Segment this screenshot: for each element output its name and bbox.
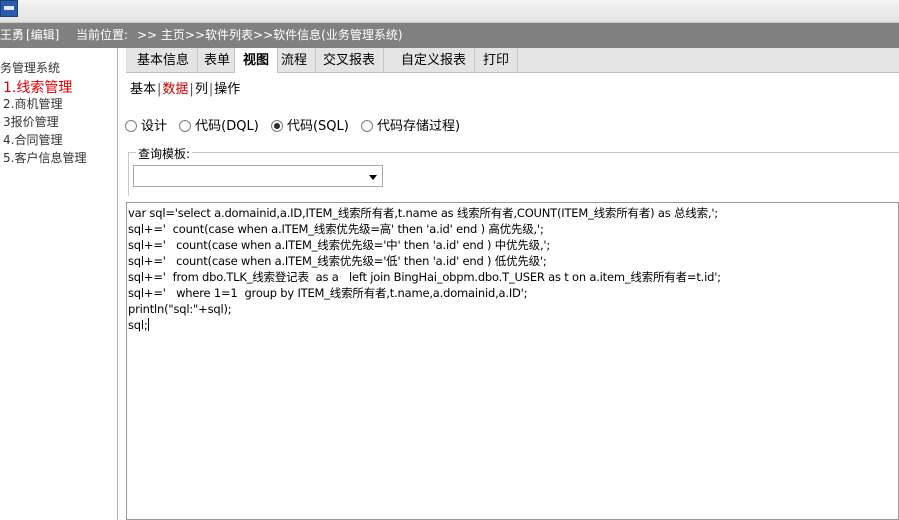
app-logo-icon: [0, 0, 18, 17]
sql-code-editor[interactable]: var sql='select a.domainid,a.ID,ITEM_线索所…: [126, 202, 899, 520]
code-line: sql+=' count(case when a.ITEM_线索优先级='中' …: [128, 238, 551, 252]
code-line: sql+=' where 1=1 group by ITEM_线索所有者,t.n…: [128, 286, 528, 300]
sidebar-item-customers[interactable]: 5.客户信息管理: [3, 149, 86, 166]
code-line: sql+=' count(case when a.ITEM_线索优先级=高' t…: [128, 222, 544, 236]
sidebar-item-contracts[interactable]: 4.合同管理: [3, 131, 62, 148]
location-label: 当前位置:: [76, 28, 129, 42]
subtab-columns[interactable]: 列: [195, 82, 208, 97]
code-line: sql+=' count(case when a.ITEM_线索优先级='低' …: [128, 254, 547, 268]
top-toolbar: [0, 0, 899, 23]
radio-circle-icon: [125, 120, 137, 132]
radio-label: 代码(SQL): [286, 119, 349, 134]
query-template-label: 查询模板:: [136, 145, 193, 162]
tab-bar: 基本信息 表单 视图 流程 交叉报表 自定义报表 打印: [126, 48, 899, 73]
tab-cross-report[interactable]: 交叉报表: [315, 48, 385, 73]
code-line-text: sql;: [128, 318, 148, 332]
tab-form[interactable]: 表单: [196, 48, 240, 73]
subtab-divider: |: [157, 82, 162, 97]
subtab-divider: |: [189, 82, 194, 97]
subtab-bar: 基本|数据|列|操作: [130, 78, 240, 97]
tab-basic-info[interactable]: 基本信息: [129, 48, 199, 73]
query-template-select[interactable]: [133, 165, 383, 187]
subtab-data[interactable]: 数据: [162, 82, 188, 97]
code-line-last: sql;: [128, 317, 898, 333]
tab-custom-report[interactable]: 自定义报表: [393, 48, 476, 73]
text-caret: [147, 318, 149, 331]
radio-circle-icon: [179, 120, 192, 132]
radio-circle-icon: [360, 120, 373, 132]
mode-radio-group: 设计 代码(DQL) 代码(SQL) 代码存储过程): [125, 115, 468, 134]
subtab-divider: |: [208, 82, 214, 97]
radio-dql[interactable]: 代码(DQL): [179, 115, 259, 134]
radio-stored-procedure[interactable]: 代码存储过程): [360, 115, 461, 134]
radio-label: 代码(DQL): [195, 119, 259, 134]
sidebar-system-name: 业务管理系统: [0, 61, 61, 75]
user-name: 王勇: [0, 28, 25, 42]
status-bar: 王勇 [编辑] 当前位置: >> 主页>>软件列表>>软件信息(业务管理系统): [0, 23, 899, 48]
code-line: sql+=' from dbo.TLK_线索登记表 as a left join…: [128, 270, 721, 284]
subtab-actions[interactable]: 操作: [214, 82, 240, 97]
radio-checked-icon: [270, 120, 283, 132]
sidebar-item-leads[interactable]: 1.线索管理: [3, 77, 72, 97]
tab-workflow[interactable]: 流程: [273, 48, 317, 73]
tab-view[interactable]: 视图: [234, 48, 279, 73]
sidebar-item-opportunities[interactable]: 2.商机管理: [3, 95, 62, 112]
chevron-down-icon: [369, 175, 377, 180]
radio-design[interactable]: 设计: [125, 115, 167, 134]
sidebar-item-quotes[interactable]: 3报价管理: [3, 113, 59, 130]
edit-link[interactable]: [编辑]: [26, 23, 59, 48]
breadcrumb: >> 主页>>软件列表>>软件信息(业务管理系统): [137, 28, 403, 42]
subtab-basic[interactable]: 基本: [130, 82, 156, 97]
radio-label: 代码存储过程): [376, 119, 461, 134]
radio-label: 设计: [141, 119, 168, 134]
sidebar: 业务管理系统 1.线索管理 2.商机管理 3报价管理 4.合同管理 5.客户信息…: [0, 48, 118, 520]
code-line: var sql='select a.domainid,a.ID,ITEM_线索所…: [128, 206, 718, 220]
code-line: println("sql:"+sql);: [128, 302, 232, 316]
radio-sql[interactable]: 代码(SQL): [270, 115, 349, 134]
tab-print[interactable]: 打印: [475, 48, 519, 73]
